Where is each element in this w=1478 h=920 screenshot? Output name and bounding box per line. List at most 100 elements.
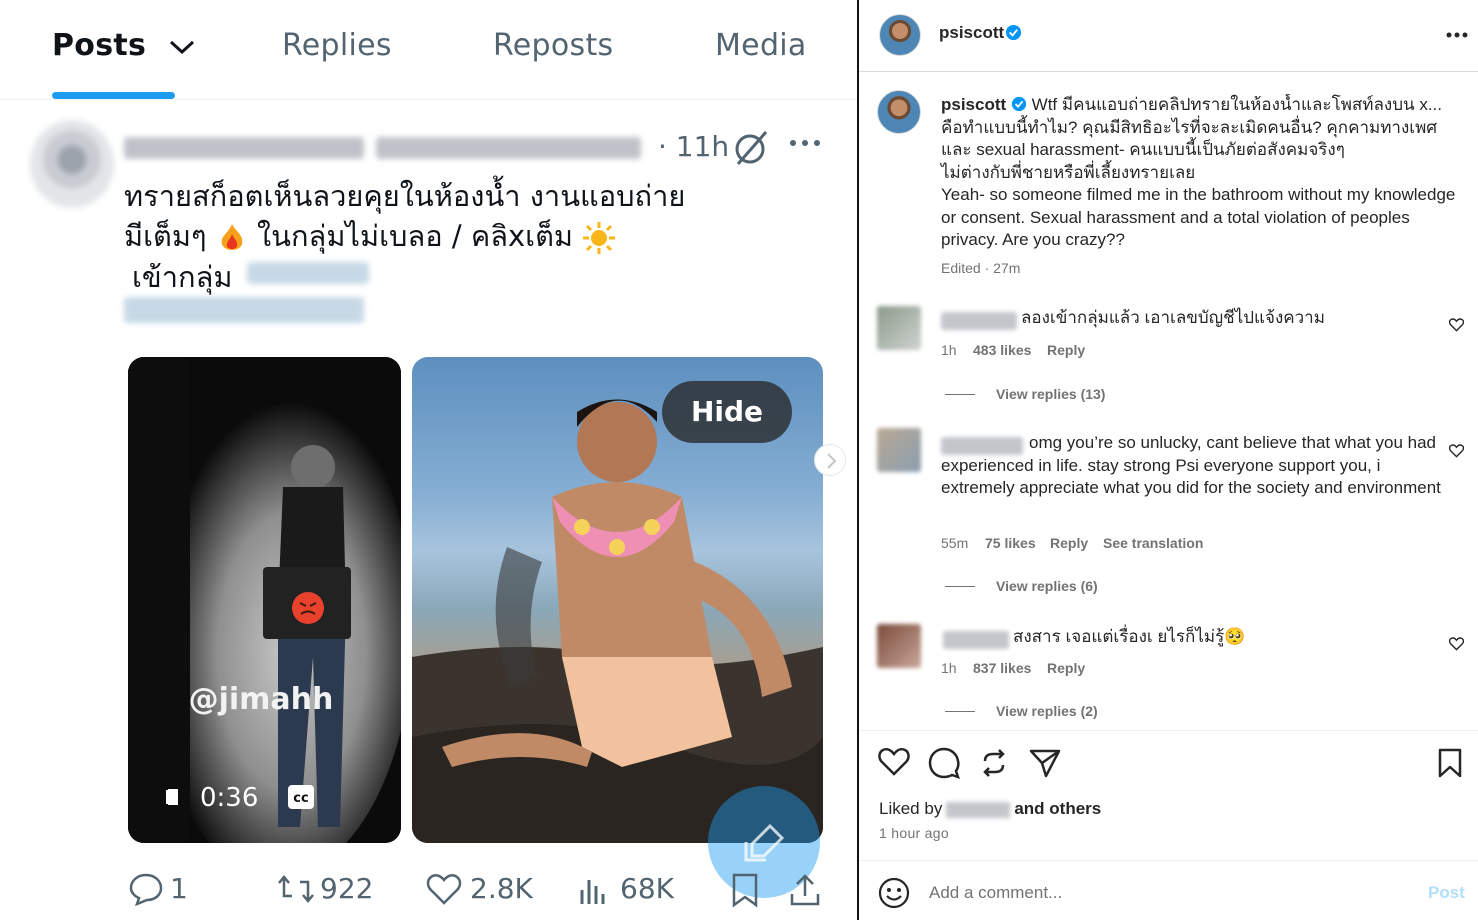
tab-replies[interactable]: Replies <box>282 28 392 63</box>
caption-thai-line3: และ sexual harassment- คนแบบนี้เป็นภัยต่… <box>941 140 1345 159</box>
save-icon[interactable] <box>1437 747 1463 779</box>
next-media-button[interactable] <box>814 444 846 476</box>
post-text-line2: มีเต็มๆ ในกลุ่มไม่เบลอ / คลิxเต็ม <box>124 213 616 259</box>
profile-tabs: Posts Replies Reposts Media <box>0 0 857 100</box>
share-icon[interactable] <box>1029 747 1061 779</box>
author-handle-blurred[interactable] <box>376 137 641 159</box>
post-text-line3-label: เข้ากลุ่ม <box>132 260 233 294</box>
comment-time-2: 55m <box>941 535 969 551</box>
comment-text-2: omg you’re so unlucky, cant believe that… <box>941 433 1441 497</box>
chevron-right-icon <box>827 453 837 469</box>
comment-like-icon[interactable] <box>1449 318 1464 332</box>
post-header: psiscott <box>859 0 1478 72</box>
comment-likes-1[interactable]: 483 likes <box>973 342 1031 358</box>
view-replies-line <box>945 711 975 712</box>
video-timestamp: 0:36 <box>200 783 258 813</box>
verified-badge-icon <box>1011 96 1027 112</box>
views-count: 68K <box>620 872 674 905</box>
see-translation-button[interactable]: See translation <box>1103 535 1203 551</box>
tab-posts-label: Posts <box>52 28 147 63</box>
comment-icon[interactable] <box>928 747 960 779</box>
caption-english: Yeah- so someone filmed me in the bathro… <box>941 185 1456 249</box>
caption-line1: psiscott Wtf มีคนแอบถ่ายคลิปทรายในห้องน้… <box>941 94 1461 117</box>
group-link-blurred[interactable] <box>247 262 369 284</box>
liked-by-user-blurred[interactable] <box>946 801 1011 818</box>
reply-icon[interactable] <box>128 872 164 906</box>
add-comment-input[interactable]: Add a comment... <box>929 883 1062 903</box>
view-replies-2[interactable]: View replies (6) <box>996 578 1098 594</box>
chevron-down-icon <box>169 40 194 54</box>
post-text-line3: เข้ากลุ่ม <box>132 254 232 300</box>
comment-avatar-3[interactable] <box>877 624 921 668</box>
post-text-line2b: ในกลุ่มไม่เบลอ / คลิxเต็ม <box>257 219 574 253</box>
share-icon[interactable] <box>788 872 822 908</box>
tab-media[interactable]: Media <box>715 28 807 63</box>
comment-likes-2[interactable]: 75 likes <box>985 535 1036 551</box>
comment-reply-button-2[interactable]: Reply <box>1050 535 1088 551</box>
comment-username-blurred-1[interactable] <box>941 312 1017 330</box>
sun-emoji-icon <box>583 222 616 254</box>
comment-avatar-2[interactable] <box>877 428 921 472</box>
grok-icon[interactable] <box>732 128 770 168</box>
hide-media-button[interactable]: Hide <box>662 381 792 443</box>
caption-thai-line4: ไม่ต่างกับพี่ชายหรือพี่เลี้ยงทรายเลย <box>941 162 1196 182</box>
liked-by: Liked by and others <box>879 799 1101 819</box>
author-avatar-blurred[interactable] <box>30 120 114 208</box>
post-comment-button[interactable]: Post <box>1428 883 1465 903</box>
comment-likes-3[interactable]: 837 likes <box>973 660 1031 676</box>
view-replies-line <box>945 586 975 587</box>
emoji-icon[interactable] <box>878 877 910 909</box>
comment-reply-button-1[interactable]: Reply <box>1047 342 1085 358</box>
comment-username-blurred-3[interactable] <box>943 631 1009 649</box>
post-text-line2a: มีเต็มๆ <box>124 219 207 253</box>
like-icon[interactable] <box>878 747 910 777</box>
avatar[interactable] <box>879 14 921 56</box>
like-count: 2.8K <box>470 872 533 905</box>
view-replies-1[interactable]: View replies (13) <box>996 386 1105 402</box>
caption-avatar[interactable] <box>877 90 921 134</box>
view-replies-line <box>945 394 975 395</box>
video-frame-illustration: @jimahh 0:36 cc <box>128 357 401 843</box>
repost-icon[interactable] <box>276 872 316 906</box>
and-others-link[interactable]: and others <box>1014 799 1101 818</box>
active-tab-indicator <box>52 92 175 99</box>
x-post-screenshot: Posts Replies Reposts Media · 11h ทรายสก… <box>0 0 857 920</box>
comment-text-1: ลองเข้ากลุ่มแล้ว เอาเลขบัญชีไปแจ้งความ <box>1021 308 1325 327</box>
more-options-icon[interactable] <box>1446 32 1468 38</box>
views-icon[interactable] <box>578 872 610 906</box>
comment-avatar-1[interactable] <box>877 306 921 350</box>
comment-like-icon[interactable] <box>1449 444 1464 458</box>
view-replies-3[interactable]: View replies (2) <box>996 703 1098 719</box>
reply-count: 1 <box>170 872 188 905</box>
post-caption: psiscott Wtf มีคนแอบถ่ายคลิปทรายในห้องน้… <box>941 94 1461 252</box>
repost-count: 922 <box>320 872 374 905</box>
comment-like-icon[interactable] <box>1449 637 1464 651</box>
url-link-blurred[interactable] <box>124 297 364 323</box>
comment-time-3: 1h <box>941 660 957 676</box>
tab-reposts[interactable]: Reposts <box>493 28 613 63</box>
comment-text-3: สงสาร เจอแต่เรื่องเ ยไรก็ไม่รู้🥺 <box>1013 627 1246 646</box>
liked-by-label: Liked by <box>879 799 943 818</box>
comment-time-1: 1h <box>941 342 957 358</box>
actions-divider <box>859 730 1478 731</box>
caption-thai-line2: คือทำแบบนี้ทำไม? คุณมีสิทธิอะไรที่จะละเม… <box>941 117 1438 137</box>
more-options-icon[interactable] <box>788 136 822 150</box>
post-time: · 11h <box>658 130 730 163</box>
edited-label: Edited · 27m <box>941 260 1021 276</box>
fire-emoji-icon <box>221 224 243 250</box>
verified-badge-icon <box>1005 24 1022 41</box>
instagram-post-panel: psiscott psiscott Wtf มีคนแอบถ่ายคลิปทรา… <box>859 0 1478 920</box>
like-icon[interactable] <box>426 872 462 906</box>
video-thumbnail[interactable]: @jimahh 0:36 cc <box>128 357 401 843</box>
tab-posts[interactable]: Posts <box>52 28 195 63</box>
bookmark-icon[interactable] <box>730 872 760 908</box>
repost-icon[interactable] <box>979 747 1009 779</box>
caption-username[interactable]: psiscott <box>941 95 1006 114</box>
post-timestamp: 1 hour ago <box>879 825 949 841</box>
comment-reply-button-3[interactable]: Reply <box>1047 660 1085 676</box>
caption-thai-line1: Wtf มีคนแอบถ่ายคลิปทรายในห้องน้ำและโพสท์… <box>1031 95 1443 114</box>
captions-button[interactable]: cc <box>293 791 308 806</box>
author-name-blurred[interactable] <box>124 137 364 159</box>
video-watermark: @jimahh <box>189 682 334 717</box>
header-username[interactable]: psiscott <box>939 23 1004 43</box>
